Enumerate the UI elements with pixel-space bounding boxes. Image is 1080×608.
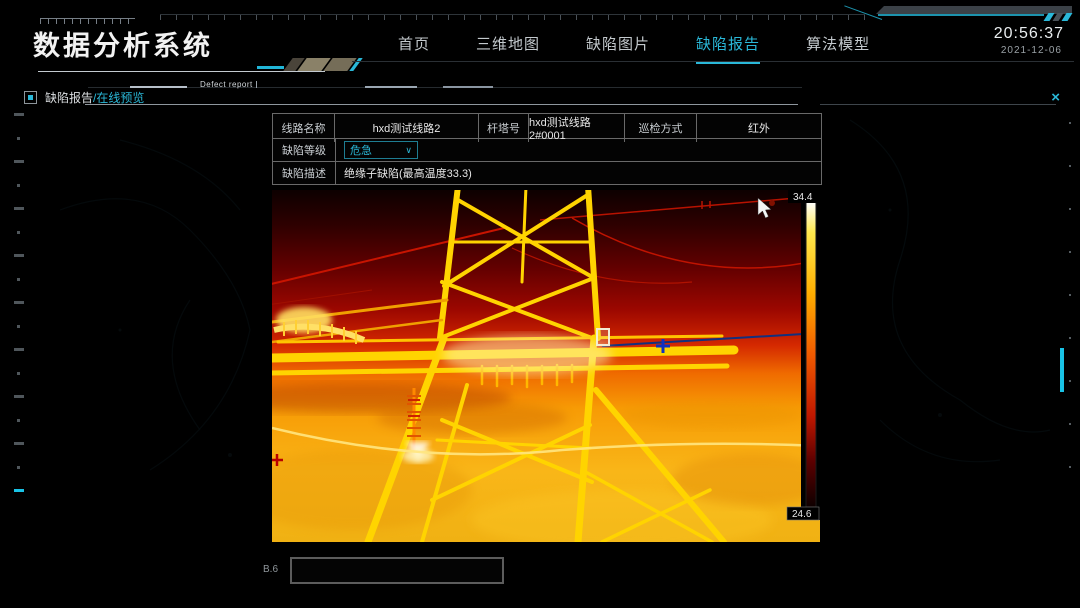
nav-item-defect-images[interactable]: 缺陷图片 [586,33,650,64]
inspect-method-value: 红外 [697,114,821,142]
subheader-line-seg [443,86,493,88]
line-name-label: 线路名称 [273,114,335,142]
close-icon[interactable]: × [1051,90,1060,105]
scrollbar[interactable] [1060,348,1064,392]
title-parallelogram-decor [288,58,358,71]
nav-item-algorithm-model[interactable]: 算法模型 [806,33,870,64]
clock-date: 2021-12-06 [1001,45,1062,56]
app-root: 数据分析系统 首页 三维地图 缺陷图片 缺陷报告 算法模型 20:56:37 2… [0,0,1080,608]
note-label: B.6 [263,564,278,575]
table-row: 缺陷描述 绝缘子缺陷(最高温度33.3) [273,162,821,184]
temp-max-label: 34.4 [793,192,813,203]
inspect-method-label: 巡检方式 [625,114,697,142]
header-right-teal-line [878,14,1044,16]
table-row: 缺陷等级 危急 ∨ [273,139,821,162]
defect-report-table: 线路名称 hxd测试线路2 杆塔号 hxd测试线路2#0001 巡检方式 红外 … [272,113,822,185]
clock-time: 20:56:37 [994,25,1064,43]
title-cyan-chip [257,66,284,69]
chevron-down-icon: ∨ [405,145,412,156]
page-title: 数据分析系统 [33,24,213,63]
thermal-image[interactable]: 34.4 24.6 [272,190,820,542]
thermal-marker-square [597,329,609,345]
breadcrumb-section[interactable]: 缺陷报告 [45,91,93,105]
subheader-line-seg [365,86,417,88]
line-name-value: hxd测试线路2 [335,114,479,142]
note-input[interactable] [290,557,504,584]
nav-item-home[interactable]: 首页 [398,33,430,64]
breadcrumb-icon [24,91,37,104]
breadcrumb-underline [85,104,798,105]
header-tick-line [160,14,865,20]
thermal-hotspot [442,335,612,375]
subheader-line-seg [130,86,187,88]
tower-no-label: 杆塔号 [479,114,529,142]
defect-desc-value: 绝缘子缺陷(最高温度33.3) [336,165,472,181]
defect-level-select[interactable]: 危急 ∨ [344,141,418,159]
temp-min-label: 24.6 [792,509,812,520]
tower-no-value: hxd测试线路2#0001 [529,114,625,142]
defect-level-value: 危急 [350,142,372,158]
defect-report-tag: Defect report [200,80,253,89]
main-nav: 首页 三维地图 缺陷图片 缺陷报告 算法模型 [398,33,870,64]
breadcrumb-underline-right [820,104,1056,105]
header-slash-decor [1046,13,1070,21]
defect-desc-label: 缺陷描述 [273,162,336,184]
title-underline [38,71,325,72]
nav-item-defect-report[interactable]: 缺陷报告 [696,33,760,64]
defect-level-label: 缺陷等级 [273,139,336,161]
nav-item-3d-map[interactable]: 三维地图 [476,33,540,64]
defect-report-tag-tick [256,81,257,88]
nav-underbar [352,61,1074,62]
table-row: 线路名称 hxd测试线路2 杆塔号 hxd测试线路2#0001 巡检方式 红外 [273,114,821,139]
header-right-bar [876,6,1072,14]
breadcrumb-current[interactable]: 在线预览 [96,91,144,105]
